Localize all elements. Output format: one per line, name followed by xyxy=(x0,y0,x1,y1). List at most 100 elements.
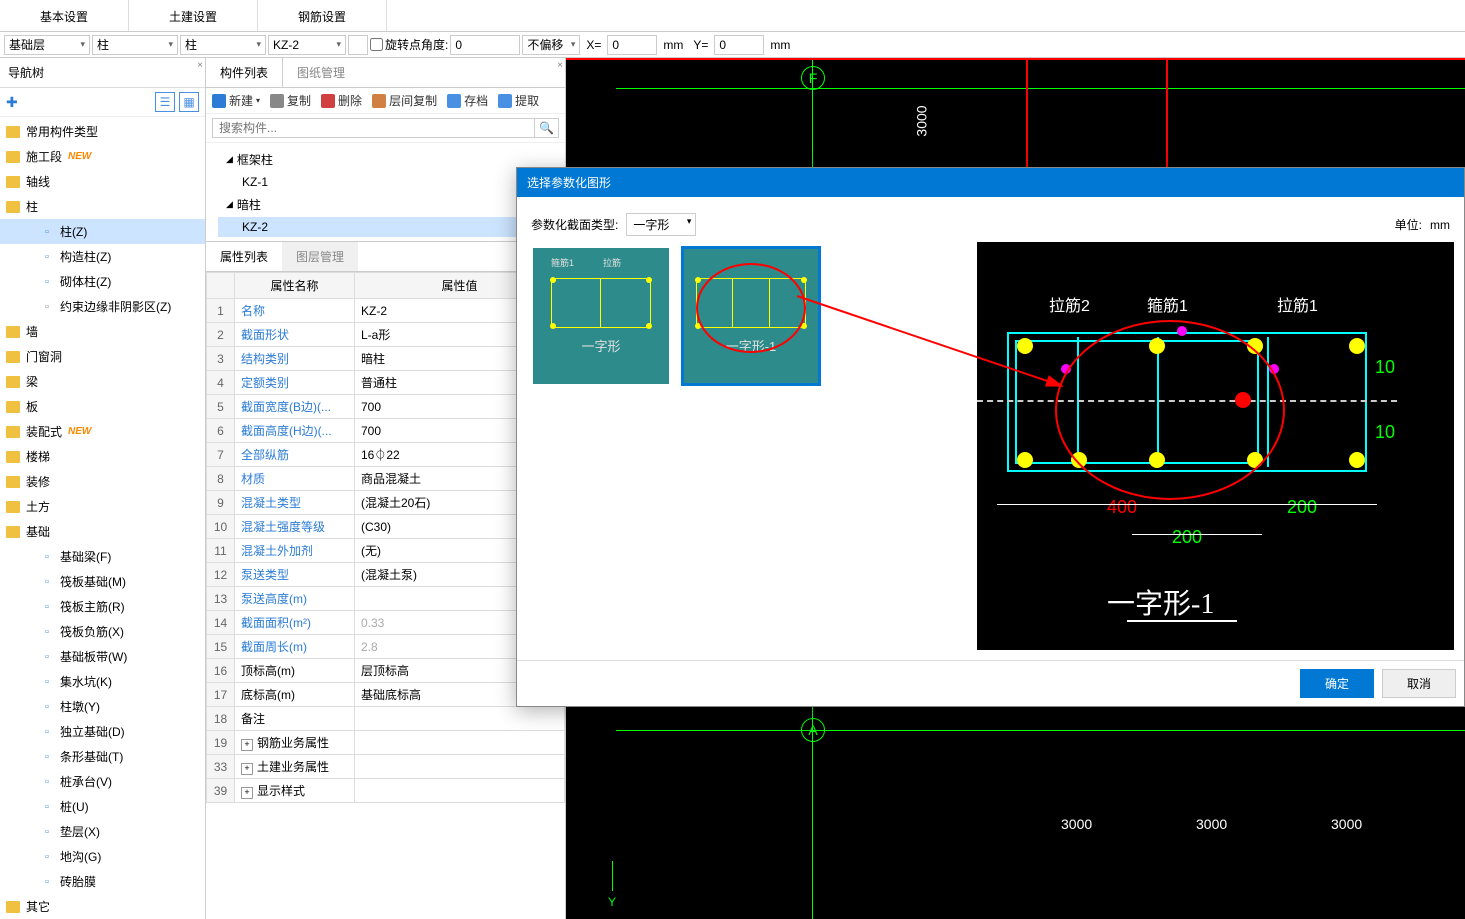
nav-item[interactable]: 基础 xyxy=(0,519,205,544)
grid-view-icon[interactable]: ▦ xyxy=(179,92,199,112)
preview-canvas[interactable]: 拉筋2 箍筋1 拉筋1 xyxy=(977,242,1454,650)
property-row[interactable]: 4定额类别普通柱 xyxy=(207,371,565,395)
list-view-icon[interactable]: ☰ xyxy=(155,92,175,112)
cancel-button[interactable]: 取消 xyxy=(1382,669,1456,698)
property-row[interactable]: 15截面周长(m)2.8 xyxy=(207,635,565,659)
property-row[interactable]: 9混凝土类型(混凝土20石) xyxy=(207,491,565,515)
new-button[interactable]: 新建▾ xyxy=(212,92,260,109)
folder-icon xyxy=(6,376,20,388)
archive-button[interactable]: 存档 xyxy=(447,92,488,109)
nav-item[interactable]: ▫条形基础(T) xyxy=(0,744,205,769)
nav-item[interactable]: ▫筏板负筋(X) xyxy=(0,619,205,644)
property-row[interactable]: 17底标高(m)基础底标高 xyxy=(207,683,565,707)
component-group[interactable]: ◢暗柱 xyxy=(218,192,553,217)
property-row[interactable]: 10混凝土强度等级(C30) xyxy=(207,515,565,539)
rebar-label-3: 拉筋1 xyxy=(1277,292,1318,316)
nav-item[interactable]: 轴线 xyxy=(0,169,205,194)
property-row[interactable]: 5截面宽度(B边)(...700 xyxy=(207,395,565,419)
tab-property-list[interactable]: 属性列表 xyxy=(206,242,282,271)
nav-item[interactable]: ▫基础梁(F) xyxy=(0,544,205,569)
property-row[interactable]: 18备注 xyxy=(207,707,565,731)
delete-button[interactable]: 删除 xyxy=(321,92,362,109)
tab-layer-manage[interactable]: 图层管理 xyxy=(282,242,358,271)
extract-button[interactable]: 提取 xyxy=(498,92,539,109)
nav-item[interactable]: ▫桩(U) xyxy=(0,794,205,819)
nav-item[interactable]: ▫独立基础(D) xyxy=(0,719,205,744)
property-row[interactable]: 6截面高度(H边)(...700 xyxy=(207,419,565,443)
nav-item[interactable]: ▫筏板主筋(R) xyxy=(0,594,205,619)
ok-button[interactable]: 确定 xyxy=(1300,669,1374,698)
nav-item[interactable]: 装配式NEW xyxy=(0,419,205,444)
rotate-check[interactable]: 旋转点角度: xyxy=(370,36,448,53)
grid-icon: ▫ xyxy=(40,575,54,589)
tab-basic[interactable]: 基本设置 xyxy=(0,0,129,31)
property-row[interactable]: 8材质商品混凝土 xyxy=(207,467,565,491)
nav-item[interactable]: 土方 xyxy=(0,494,205,519)
add-icon[interactable]: ✚ xyxy=(6,94,18,111)
property-row[interactable]: 16顶标高(m)层顶标高 xyxy=(207,659,565,683)
nav-item[interactable]: ▫砌体柱(Z) xyxy=(0,269,205,294)
component-item[interactable]: KZ-1 xyxy=(218,172,553,192)
property-row[interactable]: 1名称KZ-2 xyxy=(207,299,565,323)
member-select[interactable]: KZ-2 xyxy=(268,35,346,55)
nav-item[interactable]: ▫基础板带(W) xyxy=(0,644,205,669)
nav-item[interactable]: 梁 xyxy=(0,369,205,394)
tab-component-list[interactable]: 构件列表 xyxy=(206,58,283,87)
category-select-2[interactable]: 柱 xyxy=(180,35,266,55)
nav-panel: 导航树 × ✚ ☰ ▦ 常用构件类型施工段NEW轴线柱▫柱(Z)▫构造柱(Z)▫… xyxy=(0,58,206,919)
section-type-select[interactable]: 一字形 xyxy=(626,213,696,236)
dim-3000: 3000 xyxy=(914,105,930,136)
property-row[interactable]: 3结构类别暗柱 xyxy=(207,347,565,371)
mm-label-2: mm xyxy=(766,38,794,52)
nav-item[interactable]: ▫桩承台(V) xyxy=(0,769,205,794)
component-search-input[interactable] xyxy=(212,118,535,138)
property-row[interactable]: 12泵送类型(混凝土泵) xyxy=(207,563,565,587)
category-select-1[interactable]: 柱 xyxy=(92,35,178,55)
nav-item[interactable]: ▫集水坑(K) xyxy=(0,669,205,694)
nav-item[interactable]: 楼梯 xyxy=(0,444,205,469)
component-group[interactable]: ◢框架柱 xyxy=(218,147,553,172)
nav-item[interactable]: ▫构造柱(Z) xyxy=(0,244,205,269)
floor-select[interactable]: 基础层 xyxy=(4,35,90,55)
nav-item[interactable]: 其它 xyxy=(0,894,205,919)
nav-item[interactable]: 门窗洞 xyxy=(0,344,205,369)
template-card-1[interactable]: 箍筋1 拉筋 一字形 xyxy=(531,246,671,386)
property-row[interactable]: 19+钢筋业务属性 xyxy=(207,731,565,755)
property-row[interactable]: 13泵送高度(m) xyxy=(207,587,565,611)
nav-close-icon[interactable]: × xyxy=(197,60,203,71)
property-row[interactable]: 33+土建业务属性 xyxy=(207,755,565,779)
nav-item[interactable]: 施工段NEW xyxy=(0,144,205,169)
property-row[interactable]: 39+显示样式 xyxy=(207,779,565,803)
search-icon[interactable]: 🔍 xyxy=(535,118,559,138)
property-row[interactable]: 14截面面积(m²)0.33 xyxy=(207,611,565,635)
comp-close-icon[interactable]: × xyxy=(557,60,563,71)
tab-drawing-manage[interactable]: 图纸管理 xyxy=(283,58,359,87)
template-card-2[interactable]: 一字形-1 xyxy=(681,246,821,386)
tab-civil[interactable]: 土建设置 xyxy=(129,0,258,31)
y-input[interactable] xyxy=(714,35,764,55)
nav-item[interactable]: ▫筏板基础(M) xyxy=(0,569,205,594)
nav-item[interactable]: 常用构件类型 xyxy=(0,119,205,144)
offset-select[interactable]: 不偏移 xyxy=(522,35,580,55)
x-input[interactable] xyxy=(607,35,657,55)
nav-item[interactable]: ▫柱(Z) xyxy=(0,219,205,244)
nav-item[interactable]: ▫柱墩(Y) xyxy=(0,694,205,719)
nav-item[interactable]: ▫垫层(X) xyxy=(0,819,205,844)
property-row[interactable]: 7全部纵筋16⏀22 xyxy=(207,443,565,467)
nav-item[interactable]: ▫砖胎膜 xyxy=(0,869,205,894)
nav-item[interactable]: 装修 xyxy=(0,469,205,494)
nav-item[interactable]: ▫地沟(G) xyxy=(0,844,205,869)
member-picker-icon[interactable] xyxy=(348,35,368,55)
copy-button[interactable]: 复制 xyxy=(270,92,311,109)
rotate-angle-input[interactable] xyxy=(450,35,520,55)
property-row[interactable]: 2截面形状L-a形 xyxy=(207,323,565,347)
nav-item[interactable]: 板 xyxy=(0,394,205,419)
nav-item[interactable]: ▫约束边缘非阴影区(Z) xyxy=(0,294,205,319)
nav-item[interactable]: 墙 xyxy=(0,319,205,344)
nav-item[interactable]: 柱 xyxy=(0,194,205,219)
property-row[interactable]: 11混凝土外加剂(无) xyxy=(207,539,565,563)
tab-rebar[interactable]: 钢筋设置 xyxy=(258,0,387,31)
component-item[interactable]: KZ-2 xyxy=(218,217,553,237)
layercopy-button[interactable]: 层间复制 xyxy=(372,92,437,109)
col-icon: ▫ xyxy=(40,275,54,289)
